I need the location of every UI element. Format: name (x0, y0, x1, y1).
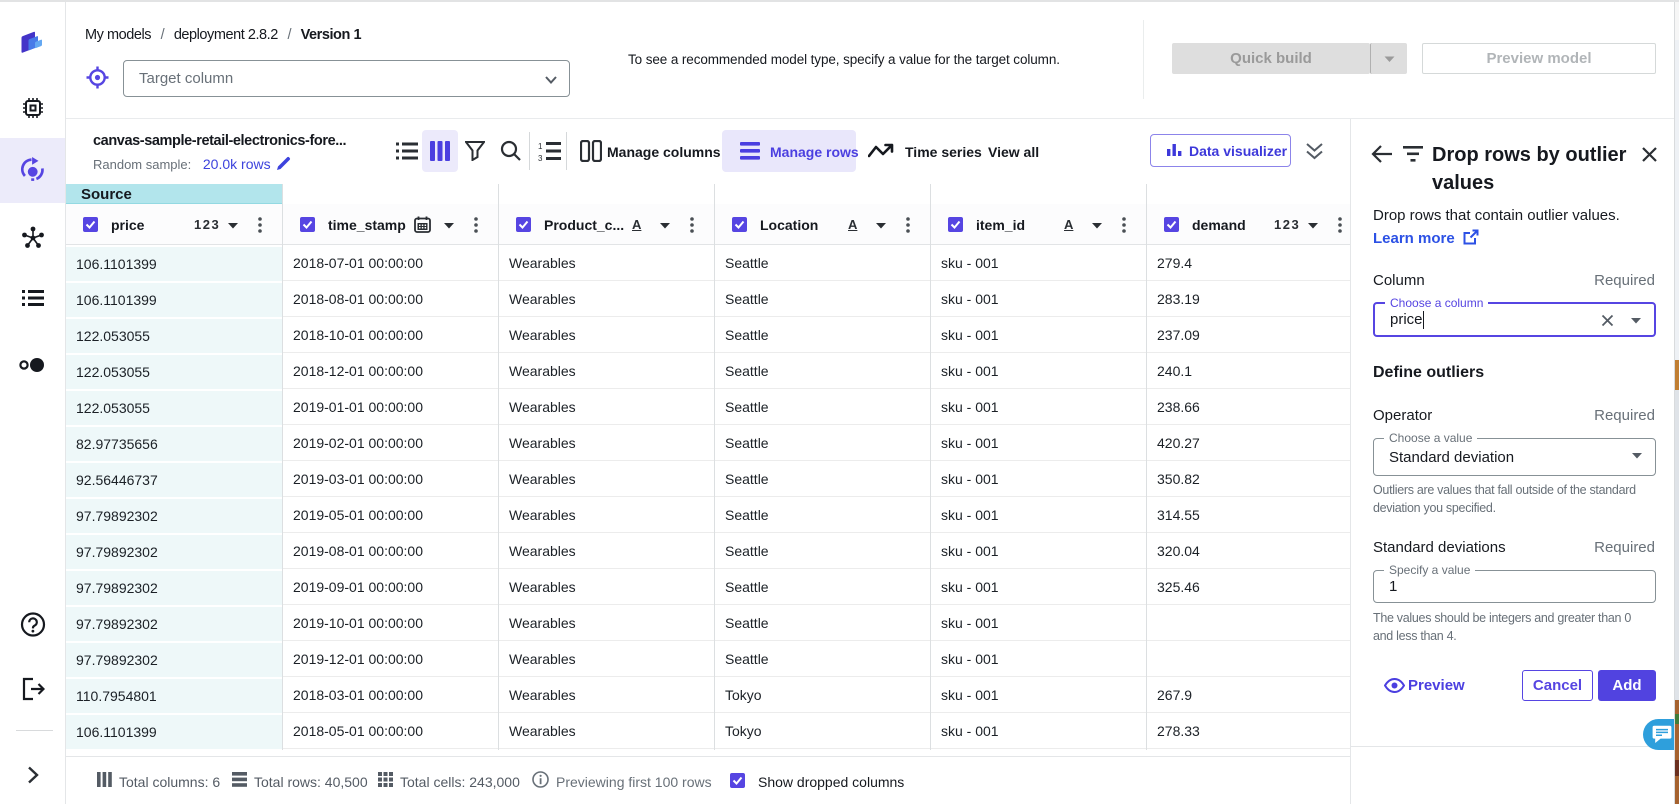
svg-text:3: 3 (538, 154, 543, 162)
svg-text:1: 1 (538, 142, 543, 151)
